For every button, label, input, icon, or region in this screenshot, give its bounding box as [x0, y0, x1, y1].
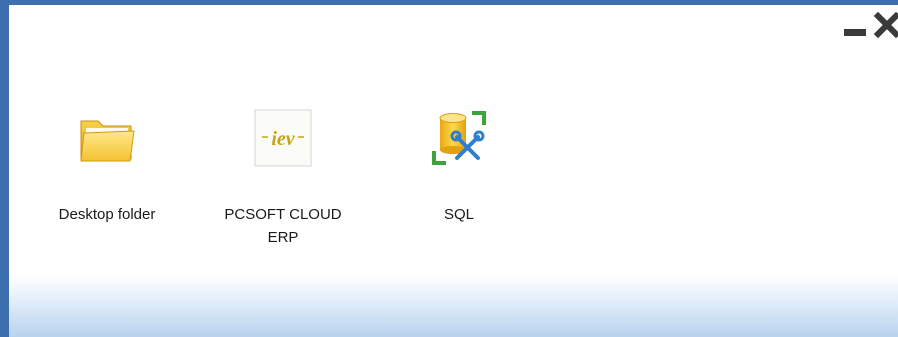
close-icon[interactable]: [872, 11, 898, 42]
window-controls: [838, 11, 898, 42]
window-top-border: [0, 0, 898, 5]
sql-database-tools-icon: [384, 106, 534, 170]
shortcut-label: Desktop folder: [58, 206, 156, 223]
desktop-shortcut-sql[interactable]: SQL: [384, 106, 534, 226]
desktop-shortcut-pcsoft-cloud-erp[interactable]: iev PCSOFT CLOUD ERP: [208, 106, 358, 249]
shortcut-label: PCSOFT CLOUD ERP: [224, 206, 342, 246]
iev-logo-icon: iev: [254, 109, 312, 167]
bottom-panel: [9, 276, 898, 337]
shortcut-label: SQL: [443, 206, 474, 223]
window-left-border: [0, 0, 9, 337]
iev-logo-icon-wrapper: iev: [208, 106, 358, 170]
minimize-icon[interactable]: [844, 29, 866, 36]
desktop-shortcut-desktop-folder[interactable]: Desktop folder: [32, 106, 182, 226]
folder-icon: [32, 106, 182, 170]
desktop-window: Desktop folder iev PCSOFT CLOUD ERP SQL: [0, 0, 898, 337]
logo-text: iev: [271, 128, 295, 150]
